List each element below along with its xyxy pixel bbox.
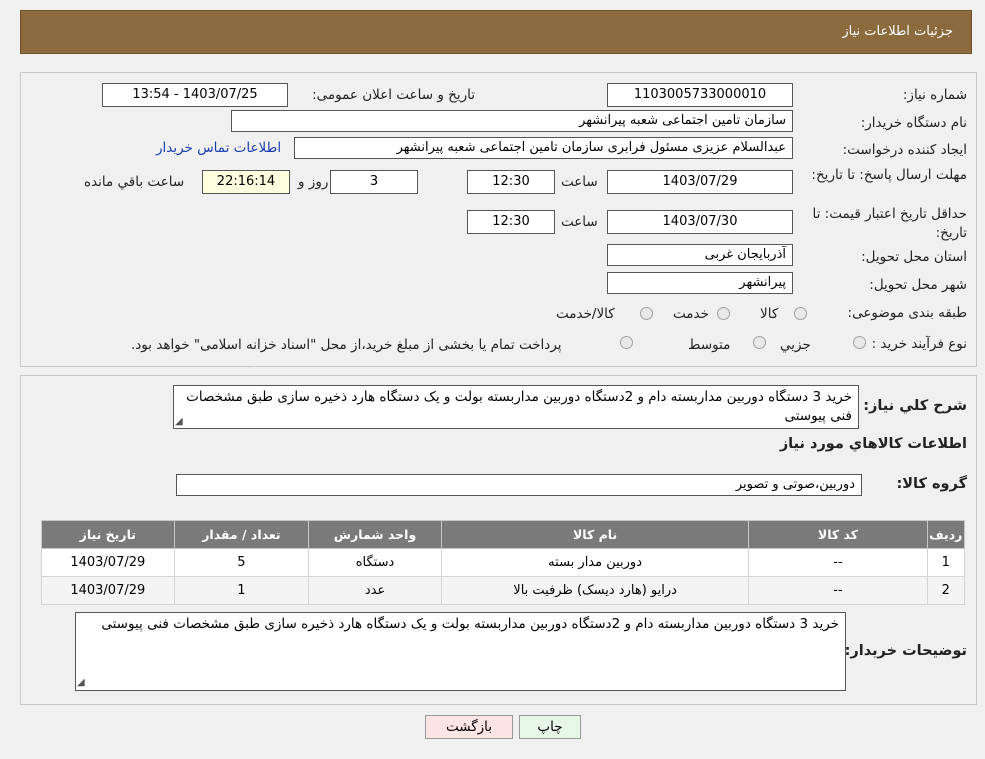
buyer-contact-link[interactable]: اطلاعات تماس خریدار (156, 140, 281, 156)
cell-row-number: 2 (926, 576, 966, 605)
cell-goods-name: دوربین مدار بسته (440, 548, 750, 577)
col-goods-name: نام کالا (440, 520, 750, 549)
reply-deadline-label: مهلت ارسال پاسخ: تا تاریخ: (811, 167, 967, 183)
cell-row-number: 1 (926, 548, 966, 577)
treasury-checkbox[interactable] (620, 336, 633, 349)
resize-grip-icon: ◢ (77, 677, 85, 688)
price-validity-label: حداقل تاریخ اعتبار قیمت: تا تاریخ: (812, 206, 967, 241)
col-unit: واحد شمارش (308, 520, 442, 549)
reply-time-field: 12:30 (467, 170, 555, 194)
announce-label: تاریخ و ساعت اعلان عمومی: (312, 87, 475, 103)
price-time-field: 12:30 (467, 210, 555, 234)
page-title: جزئیات اطلاعات نیاز (842, 24, 953, 39)
payment-note: پرداخت تمام یا بخشی از مبلغ خرید،از محل … (131, 337, 562, 353)
cell-goods-name: درایو (هارد دیسک) ظرفیت بالا (440, 576, 750, 605)
price-date-field: 1403/07/30 (607, 210, 793, 234)
cell-goods-code: -- (748, 576, 928, 605)
need-number-field: 1103005733000010 (607, 83, 793, 107)
col-quantity: تعداد / مقدار (173, 520, 310, 549)
need-number-label: شماره نیاز: (902, 87, 967, 103)
creator-field: عبدالسلام عزیزی مسئول فرابری سازمان تامی… (294, 137, 793, 159)
goods-group-label: گروه کالا: (896, 476, 967, 492)
city-label: شهر محل تحویل: (869, 277, 967, 293)
process-option-minor: جزيي (780, 337, 811, 353)
print-button[interactable]: چاپ (519, 715, 581, 739)
buyer-org-label: نام دستگاه خریدار: (860, 115, 967, 131)
remaining-label: ساعت باقي مانده (84, 174, 185, 190)
category-option-service: خدمت (673, 306, 709, 322)
col-row-number: رديف (926, 520, 966, 549)
cell-unit: عدد (308, 576, 442, 605)
city-field: پیرانشهر (607, 272, 793, 294)
buyer-org-field: سازمان تامین اجتماعی شعبه پیرانشهر (231, 110, 793, 132)
resize-grip-icon: ◢ (175, 416, 183, 427)
category-option-goods: کالا (760, 306, 779, 322)
reply-time-label: ساعت (561, 174, 598, 190)
page-header: جزئیات اطلاعات نیاز (20, 10, 972, 54)
announce-field: 1403/07/25 - 13:54 (102, 83, 288, 107)
process-option-medium: متوسط (688, 337, 731, 353)
price-time-label: ساعت (561, 214, 598, 230)
summary-text: خرید 3 دستگاه دوربین مداربسته دام و 2دست… (186, 389, 852, 424)
buyer-notes-text: خرید 3 دستگاه دوربین مداربسته دام و 2دست… (101, 616, 839, 632)
col-goods-code: کد کالا (748, 520, 928, 549)
buyer-notes-textarea: خرید 3 دستگاه دوربین مداربسته دام و 2دست… (75, 612, 846, 691)
category-option-both: کالا/خدمت (556, 306, 615, 322)
summary-textarea: خرید 3 دستگاه دوربین مداربسته دام و 2دست… (173, 385, 859, 429)
cell-goods-code: -- (748, 548, 928, 577)
days-label: روز و (298, 174, 329, 190)
goods-group-field: دوربین،صوتی و تصویر (176, 474, 862, 496)
col-need-date: تاریخ نیاز (41, 520, 175, 549)
cell-unit: دستگاه (308, 548, 442, 577)
category-radio-both[interactable] (640, 307, 653, 320)
goods-table: رديف کد کالا نام کالا واحد شمارش تعداد /… (41, 520, 966, 605)
summary-label: شرح كلي نياز: (863, 398, 967, 414)
category-radio-goods[interactable] (794, 307, 807, 320)
cell-quantity: 5 (173, 548, 310, 577)
category-radio-service[interactable] (717, 307, 730, 320)
cell-need-date: 1403/07/29 (41, 548, 175, 577)
remaining-time-field: 22:16:14 (202, 170, 290, 194)
days-field: 3 (330, 170, 418, 194)
creator-label: ایجاد کننده درخواست: (842, 142, 967, 158)
table-row: 1 -- دوربین مدار بسته دستگاه 5 1403/07/2… (41, 548, 966, 577)
province-field: آذربایجان غربی (607, 244, 793, 266)
cell-quantity: 1 (173, 576, 310, 605)
category-label: طبقه بندی موضوعی: (847, 305, 967, 321)
table-header-row: رديف کد کالا نام کالا واحد شمارش تعداد /… (41, 520, 966, 549)
buyer-notes-label: توضیحات خریدار: (844, 643, 967, 659)
province-label: استان محل تحویل: (861, 249, 967, 265)
goods-section-title: اطلاعات كالاهاي مورد نياز (779, 436, 967, 452)
table-row: 2 -- درایو (هارد دیسک) ظرفیت بالا عدد 1 … (41, 576, 966, 605)
process-radio-minor[interactable] (853, 336, 866, 349)
process-radio-medium[interactable] (753, 336, 766, 349)
reply-date-field: 1403/07/29 (607, 170, 793, 194)
process-label: نوع فرآیند خرید : (871, 336, 967, 352)
back-button[interactable]: بازگشت (425, 715, 513, 739)
cell-need-date: 1403/07/29 (41, 576, 175, 605)
